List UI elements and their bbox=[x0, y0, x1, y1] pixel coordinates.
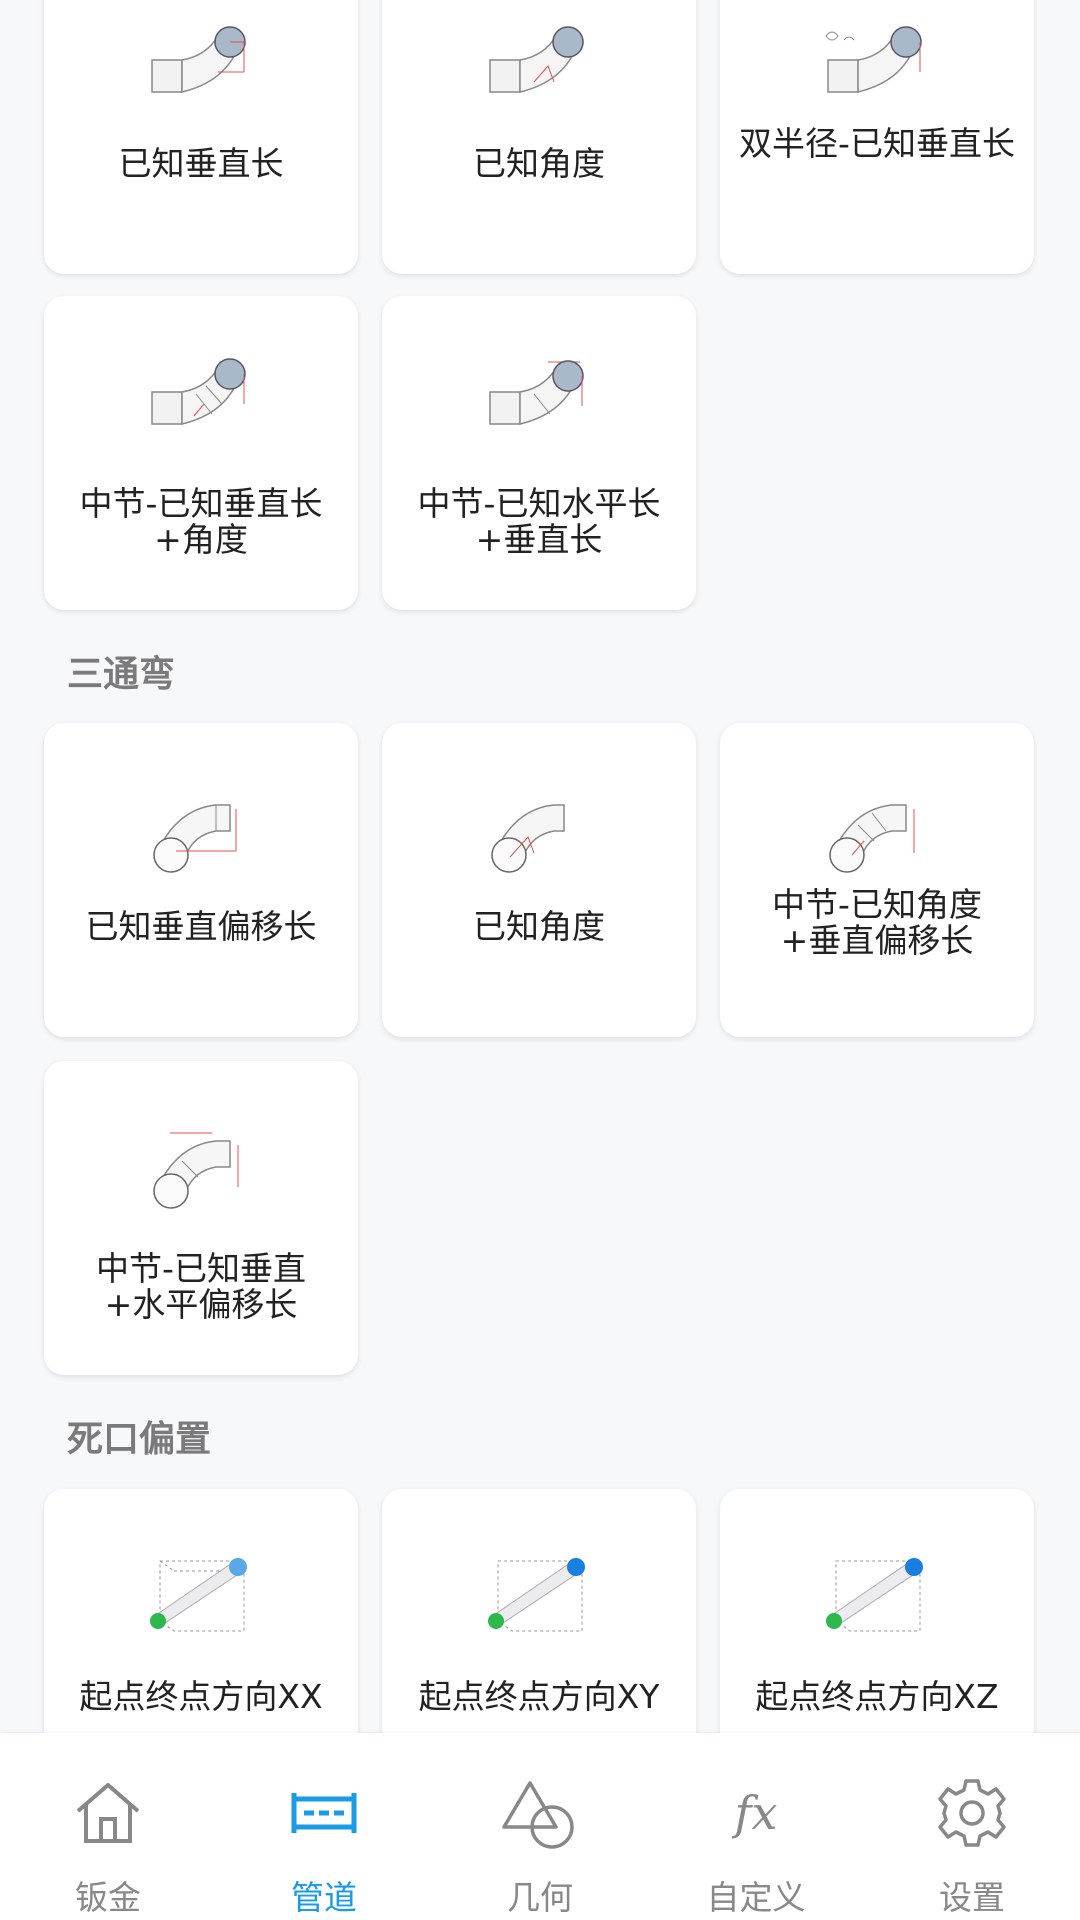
card-label: 已知垂直长 bbox=[118, 144, 284, 183]
card-label: 双半径-已知垂直长 bbox=[739, 124, 1015, 163]
section-title-dead-end: 死口偏置 bbox=[67, 1419, 212, 1460]
card-label: 中节-已知水平长 +垂直长 bbox=[417, 484, 661, 559]
card-label: 已知角度 bbox=[473, 144, 605, 183]
svg-text:fx: fx bbox=[732, 1786, 778, 1840]
elbow-pipe-icon bbox=[44, 296, 358, 456]
home-icon bbox=[76, 1783, 140, 1843]
card-offset-xz[interactable]: 起点终点方向XZ bbox=[720, 1489, 1034, 1733]
pipe-icon bbox=[291, 1793, 357, 1833]
bottom-tab-bar: 钣金 管道 几何 fx 自定义 设置 bbox=[0, 1733, 1080, 1920]
tab-label: 设置 bbox=[939, 1878, 1005, 1917]
card-offset-xy[interactable]: 起点终点方向XY bbox=[382, 1489, 696, 1733]
card-known-angle[interactable]: 已知角度 bbox=[382, 0, 696, 274]
elbow-pipe-icon bbox=[382, 0, 696, 120]
tee-bend-icon bbox=[382, 723, 696, 883]
tee-bend-icon bbox=[720, 723, 1034, 883]
card-offset-xx[interactable]: 起点终点方向XX bbox=[44, 1489, 358, 1733]
card-label: 已知角度 bbox=[473, 907, 605, 946]
tab-label: 自定义 bbox=[706, 1878, 806, 1917]
card-label: 中节-已知角度 +垂直偏移长 bbox=[772, 885, 982, 960]
card-label: 中节-已知垂直长 +角度 bbox=[79, 484, 323, 559]
pipe-calculator-list[interactable]: 已知垂直长 已知角度 双半径-已知垂直长 中节-已知垂直长 +角度 中节-已知水… bbox=[0, 0, 1080, 1733]
card-dual-radius-vertical[interactable]: 双半径-已知垂直长 bbox=[720, 0, 1034, 274]
card-known-vertical-length[interactable]: 已知垂直长 bbox=[44, 0, 358, 274]
geometry-icon bbox=[502, 1781, 574, 1849]
card-mid-vertical-angle[interactable]: 中节-已知垂直长 +角度 bbox=[44, 296, 358, 610]
card-label: 中节-已知垂直 +水平偏移长 bbox=[96, 1249, 306, 1324]
tab-pipe[interactable]: 管道 bbox=[216, 1733, 432, 1920]
elbow-pipe-icon bbox=[44, 0, 358, 120]
tab-sheet-metal[interactable]: 钣金 bbox=[0, 1733, 216, 1920]
tab-custom[interactable]: fx 自定义 bbox=[648, 1733, 864, 1920]
tab-label: 几何 bbox=[507, 1878, 573, 1917]
card-label: 已知垂直偏移长 bbox=[85, 907, 317, 946]
card-tee-angle[interactable]: 已知角度 bbox=[382, 723, 696, 1037]
offset-box-icon bbox=[720, 1489, 1034, 1649]
gear-icon bbox=[938, 1779, 1006, 1847]
card-mid-horizontal-vertical[interactable]: 中节-已知水平长 +垂直长 bbox=[382, 296, 696, 610]
card-tee-vertical-offset[interactable]: 已知垂直偏移长 bbox=[44, 723, 358, 1037]
fx-icon: fx bbox=[732, 1786, 778, 1840]
tab-settings[interactable]: 设置 bbox=[864, 1733, 1080, 1920]
card-tee-mid-vertical-horizontal[interactable]: 中节-已知垂直 +水平偏移长 bbox=[44, 1061, 358, 1375]
card-tee-mid-angle-vertical[interactable]: 中节-已知角度 +垂直偏移长 bbox=[720, 723, 1034, 1037]
tab-geometry[interactable]: 几何 bbox=[432, 1733, 648, 1920]
card-label: 起点终点方向XZ bbox=[755, 1677, 999, 1716]
elbow-pipe-icon bbox=[720, 0, 1034, 120]
elbow-pipe-icon bbox=[382, 296, 696, 456]
offset-box-icon bbox=[44, 1489, 358, 1649]
tee-bend-icon bbox=[44, 723, 358, 883]
tee-bend-icon bbox=[44, 1061, 358, 1221]
card-label: 起点终点方向XY bbox=[418, 1677, 660, 1716]
card-label: 起点终点方向XX bbox=[79, 1677, 323, 1716]
tab-label: 管道 bbox=[291, 1878, 357, 1917]
tab-label: 钣金 bbox=[75, 1878, 141, 1917]
offset-box-icon bbox=[382, 1489, 696, 1649]
section-title-tee: 三通弯 bbox=[67, 654, 176, 695]
